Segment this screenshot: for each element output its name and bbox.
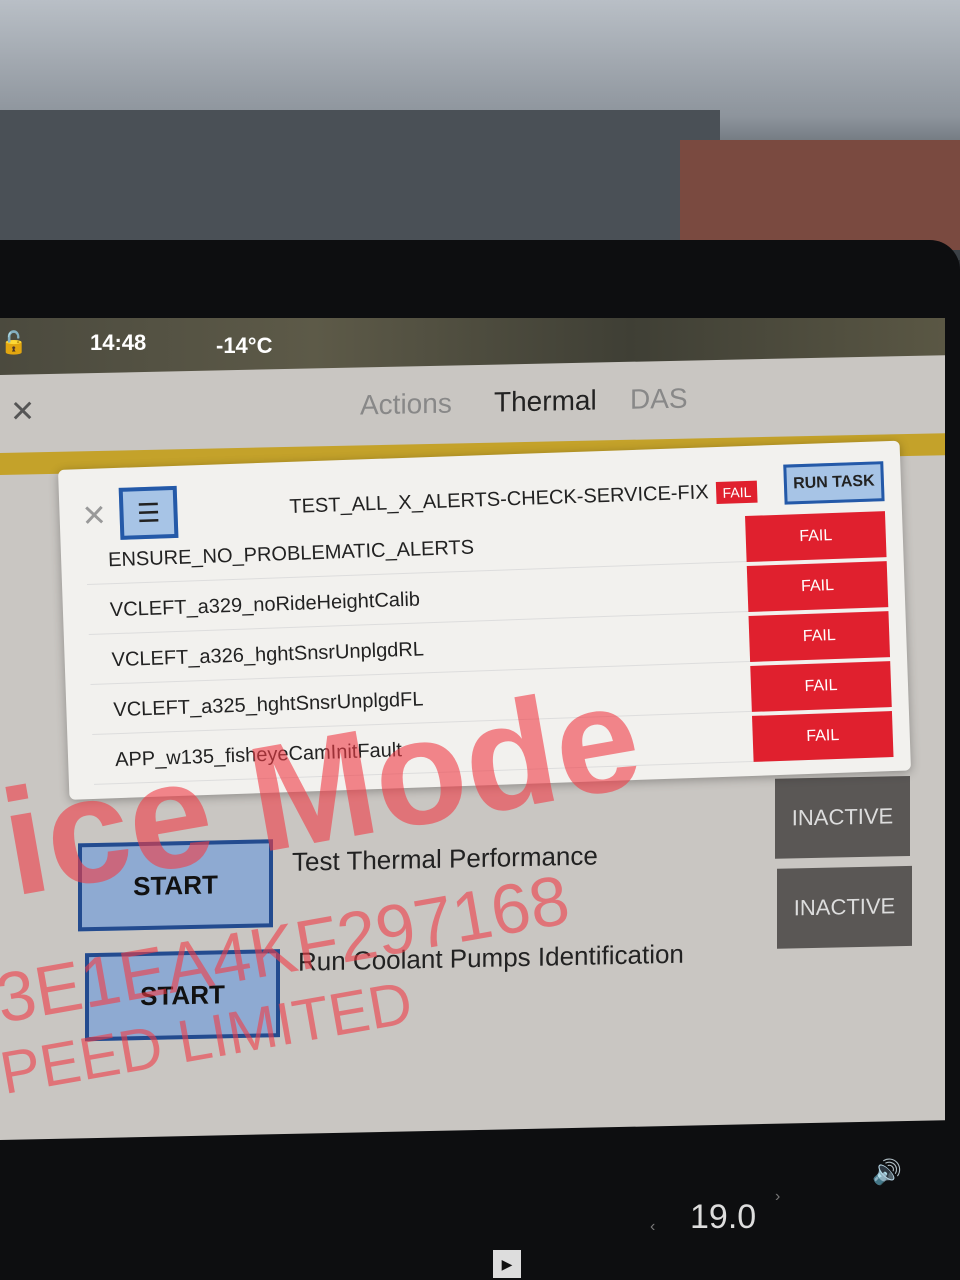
task-popup: ✕ ☰ TEST_ALL_X_ALERTS-CHECK-SERVICE-FIX F… bbox=[58, 440, 912, 800]
start-button[interactable]: START bbox=[78, 839, 273, 932]
tab-actions[interactable]: Actions bbox=[360, 388, 452, 422]
status-badge: INACTIVE bbox=[777, 865, 912, 949]
fail-badge: FAIL bbox=[752, 711, 894, 762]
fail-badge: FAIL bbox=[746, 561, 889, 612]
item-name: ENSURE_NO_PROBLEMATIC_ALERTS bbox=[107, 536, 475, 572]
volume-icon[interactable]: 🔊 bbox=[872, 1158, 902, 1187]
popup-title: TEST_ALL_X_ALERTS-CHECK-SERVICE-FIX FAIL bbox=[289, 480, 758, 519]
task-name: TEST_ALL_X_ALERTS-CHECK-SERVICE-FIX bbox=[289, 481, 709, 518]
item-name: VCLEFT_a325_hghtSnsrUnplgdFL bbox=[113, 688, 424, 722]
tab-das[interactable]: DAS bbox=[630, 383, 688, 416]
item-name: VCLEFT_a326_hghtSnsrUnplgdRL bbox=[111, 638, 425, 672]
clock: 14:48 bbox=[90, 330, 147, 355]
run-task-button[interactable]: RUN TASK bbox=[783, 461, 885, 505]
start-button[interactable]: START bbox=[85, 949, 280, 1042]
test-name: Test Thermal Performance bbox=[292, 840, 598, 877]
item-name: APP_w135_fisheyeCamInitFault bbox=[114, 739, 403, 772]
close-popup-icon[interactable]: ✕ bbox=[81, 498, 107, 534]
menu-icon[interactable]: ☰ bbox=[118, 485, 179, 540]
background-house bbox=[680, 140, 960, 250]
temperature-setting: 19.0 bbox=[690, 1198, 757, 1236]
outside-temperature: -14°C bbox=[216, 333, 273, 358]
status-badge: INACTIVE bbox=[775, 775, 910, 859]
fail-badge: FAIL bbox=[750, 661, 892, 712]
media-player-icon[interactable]: ▶ bbox=[493, 1250, 521, 1278]
task-status-badge: FAIL bbox=[716, 480, 758, 504]
fail-badge: FAIL bbox=[745, 511, 887, 563]
item-name: VCLEFT_a329_noRideHeightCalib bbox=[109, 588, 421, 622]
tab-thermal[interactable]: Thermal bbox=[494, 385, 597, 419]
background-building bbox=[0, 110, 720, 250]
temp-up-icon[interactable]: › bbox=[775, 1188, 780, 1206]
test-name: Run Coolant Pumps Identification bbox=[298, 938, 684, 977]
lock-icon[interactable]: 🔓 bbox=[0, 330, 27, 356]
fail-badge: FAIL bbox=[748, 611, 891, 662]
close-panel-icon[interactable]: ✕ bbox=[10, 394, 35, 430]
temp-down-icon[interactable]: ‹ bbox=[650, 1218, 655, 1236]
